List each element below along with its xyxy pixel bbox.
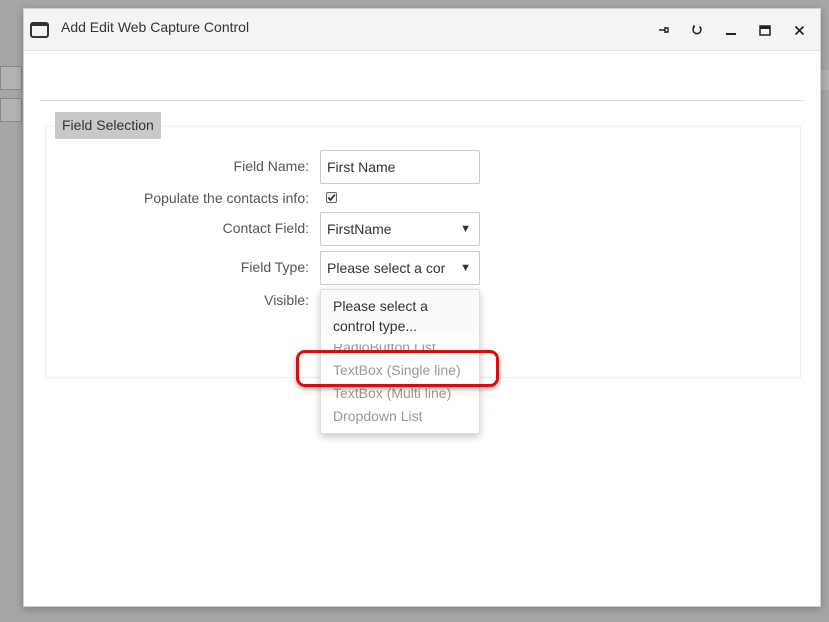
field-type-label: Field Type: [240, 259, 309, 275]
contact-field-value: FirstName [327, 221, 392, 237]
refresh-icon[interactable] [688, 21, 706, 39]
contact-field-label: Contact Field: [222, 220, 309, 236]
checkmark-icon [327, 194, 336, 202]
close-icon[interactable] [790, 21, 808, 39]
background-toolbar-button [0, 98, 22, 122]
field-type-value: Please select a cor [327, 260, 446, 276]
dropdown-option-dropdown-list[interactable]: Dropdown List [333, 408, 423, 424]
field-name-label: Field Name: [233, 158, 309, 174]
minimize-icon[interactable] [722, 21, 740, 39]
populate-contacts-label: Populate the contacts info: [144, 190, 309, 206]
highlight-annotation [296, 350, 499, 387]
chevron-down-icon: ▼ [454, 252, 471, 284]
maximize-icon[interactable] [756, 21, 774, 39]
title-bar: Add Edit Web Capture Control [24, 9, 820, 51]
visible-label: Visible: [264, 292, 309, 308]
dialog-title: Add Edit Web Capture Control [61, 19, 250, 35]
dropdown-option-placeholder[interactable]: Please select a control type... [333, 296, 473, 336]
pin-icon[interactable] [655, 21, 673, 39]
contact-field-select[interactable]: FirstName ▼ [320, 212, 480, 246]
field-type-select[interactable]: Please select a cor ▼ [320, 251, 480, 285]
dropdown-option-textbox-multi-line[interactable]: TextBox (Multi line) [333, 385, 451, 401]
populate-contacts-checkbox[interactable] [326, 192, 337, 203]
field-name-input[interactable]: First Name [320, 150, 480, 184]
divider [40, 100, 804, 101]
chevron-down-icon: ▼ [460, 223, 471, 235]
background-toolbar-button [0, 66, 22, 90]
field-selection-legend: Field Selection [55, 112, 161, 139]
modal-dialog: Add Edit Web Capture Control Field Selec… [23, 8, 821, 607]
window-icon [30, 22, 49, 38]
